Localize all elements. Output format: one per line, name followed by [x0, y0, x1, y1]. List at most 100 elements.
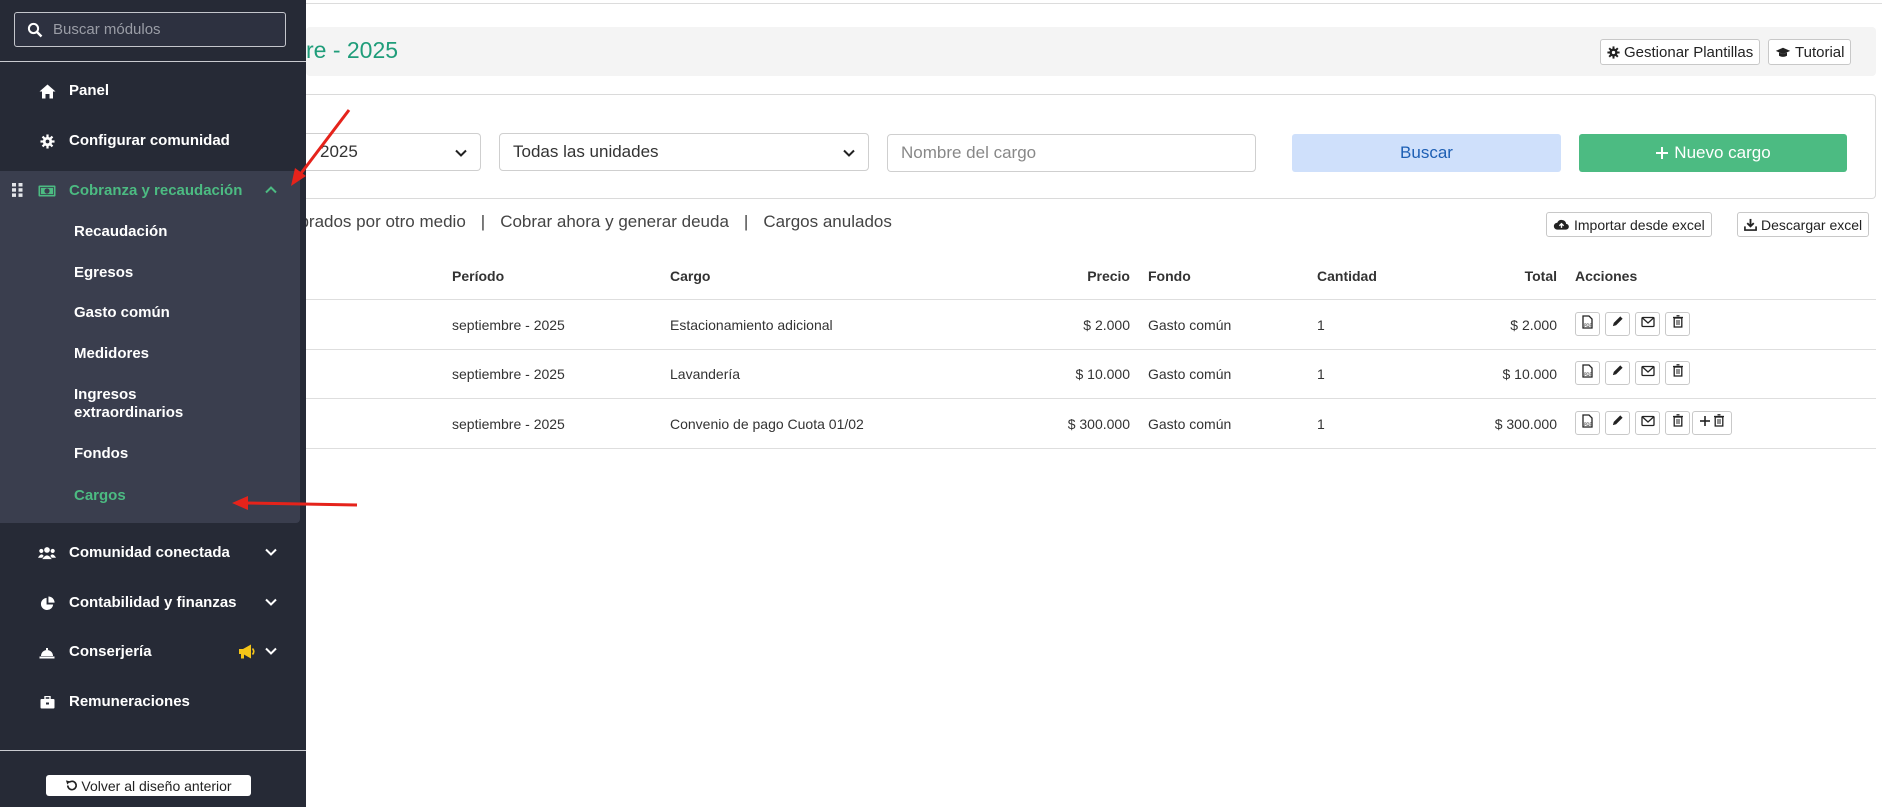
import-excel-label: Importar desde excel [1574, 216, 1705, 233]
column-header-total[interactable]: Total [1457, 268, 1557, 284]
table-divider [306, 448, 1876, 449]
edit-button[interactable] [1605, 361, 1630, 385]
download-excel-label: Descargar excel [1761, 216, 1863, 233]
sidebar-item-label: Comunidad conectada [69, 544, 230, 561]
tutorial-label: Tutorial [1795, 43, 1845, 61]
column-header-precio[interactable]: Precio [1030, 268, 1130, 284]
module-search[interactable] [14, 12, 286, 47]
cell-total: $ 10.000 [1502, 366, 1558, 382]
column-header-cantidad[interactable]: Cantidad [1317, 268, 1377, 284]
back-to-old-design-label: Volver al diseño anterior [81, 777, 232, 794]
pencil-icon [1611, 364, 1624, 382]
email-button[interactable] [1635, 361, 1660, 385]
sidebar-item-conserjeria[interactable]: Conserjería [0, 637, 306, 667]
cell-precio: $ 300.000 [1067, 416, 1130, 432]
column-header-periodo[interactable]: Período [452, 268, 504, 284]
sidebar-item-contabilidad[interactable]: Contabilidad y finanzas [0, 588, 306, 618]
pdf-button[interactable]: PDF [1575, 312, 1600, 336]
plus-icon [1655, 146, 1669, 160]
email-button[interactable] [1635, 312, 1660, 336]
chevron-down-icon [264, 595, 278, 613]
cell-fondo: Gasto común [1148, 416, 1232, 432]
plus-icon [1699, 414, 1711, 432]
top-divider [306, 3, 1882, 4]
graduation-cap-icon [1775, 46, 1791, 59]
briefcase-icon [38, 693, 56, 711]
sidebar-item-panel[interactable]: Panel [0, 76, 306, 106]
svg-text:PDF: PDF [1584, 372, 1592, 377]
svg-text:PDF: PDF [1584, 323, 1592, 328]
page-title: re - 2025 [306, 37, 399, 63]
charge-name-input[interactable]: Nombre del cargo [887, 134, 1256, 172]
trash-icon [1672, 364, 1684, 382]
manage-templates-label: Gestionar Plantillas [1624, 43, 1754, 61]
tutorial-button[interactable]: Tutorial [1768, 39, 1852, 65]
back-to-old-design-button[interactable]: Volver al diseño anterior [46, 775, 251, 796]
undo-icon [65, 779, 78, 792]
add-delete-installment-button[interactable] [1692, 411, 1732, 435]
chevron-down-icon [842, 145, 856, 165]
sidebar-item-label: Cobranza y recaudación [69, 182, 243, 199]
sidebar-subitem-ingresos-extraordinarios[interactable]: Ingresos extraordinarios [74, 386, 214, 422]
search-icon [27, 22, 43, 38]
cell-cantidad: 1 [1317, 366, 1325, 382]
search-button[interactable]: Buscar [1292, 134, 1561, 172]
pencil-icon [1611, 414, 1624, 432]
file-pdf-icon: PDF [1581, 363, 1594, 383]
pdf-button[interactable]: PDF [1575, 361, 1600, 385]
sidebar-item-label: Panel [69, 82, 110, 99]
drag-handle-icon[interactable] [12, 183, 23, 197]
cell-cargo: Estacionamiento adicional [670, 317, 833, 333]
email-button[interactable] [1635, 411, 1660, 435]
edit-button[interactable] [1605, 312, 1630, 336]
cell-precio: $ 10.000 [1075, 366, 1131, 382]
new-charge-button[interactable]: Nuevo cargo [1579, 134, 1847, 172]
home-icon [38, 82, 56, 100]
tab-cancelled-charges[interactable]: Cargos anulados [763, 212, 892, 232]
chevron-down-icon [264, 644, 278, 662]
sidebar-item-label: Conserjería [69, 643, 152, 660]
units-select[interactable]: Todas las unidades [499, 133, 869, 171]
table-divider [306, 349, 1876, 350]
sidebar-subitem-medidores[interactable]: Medidores [74, 345, 149, 363]
sidebar-subitem-fondos[interactable]: Fondos [74, 445, 128, 463]
tab-charge-now[interactable]: Cobrar ahora y generar deuda [500, 212, 729, 232]
sidebar-divider [0, 750, 306, 751]
cell-periodo: septiembre - 2025 [452, 416, 565, 432]
money-icon [38, 182, 56, 200]
sidebar-item-comunidad-conectada[interactable]: Comunidad conectada [0, 538, 306, 568]
users-icon [38, 544, 56, 562]
sidebar-subitem-cargos[interactable]: Cargos [74, 487, 126, 505]
column-header-cargo[interactable]: Cargo [670, 268, 710, 284]
file-pdf-icon: PDF [1581, 314, 1594, 334]
file-pdf-icon: PDF [1581, 413, 1594, 433]
delete-button[interactable] [1665, 411, 1690, 435]
cell-fondo: Gasto común [1148, 366, 1232, 382]
new-charge-label: Nuevo cargo [1674, 143, 1771, 162]
cell-cargo: Lavandería [670, 366, 741, 382]
column-header-fondo[interactable]: Fondo [1148, 268, 1191, 284]
sidebar-item-cobranza[interactable]: Cobranza y recaudación [0, 176, 306, 206]
sidebar-subitem-egresos[interactable]: Egresos [74, 264, 133, 282]
sidebar-subitem-gasto-comun[interactable]: Gasto común [74, 304, 170, 322]
sidebar-subitem-recaudacion[interactable]: Recaudación [74, 223, 167, 241]
delete-button[interactable] [1665, 361, 1690, 385]
trash-icon [1713, 414, 1725, 432]
concierge-bell-icon [38, 643, 56, 661]
download-excel-button[interactable]: Descargar excel [1737, 212, 1870, 237]
svg-text:PDF: PDF [1584, 422, 1592, 427]
sidebar-item-configurar-comunidad[interactable]: Configurar comunidad [0, 126, 306, 156]
trash-icon [1672, 315, 1684, 333]
pdf-button[interactable]: PDF [1575, 411, 1600, 435]
import-excel-button[interactable]: Importar desde excel [1546, 212, 1712, 237]
tab-other-payment[interactable]: obrados por otro medio [290, 212, 466, 232]
manage-templates-button[interactable]: Gestionar Plantillas [1600, 39, 1761, 65]
chevron-down-icon [264, 545, 278, 563]
cell-cantidad: 1 [1317, 416, 1325, 432]
edit-button[interactable] [1605, 411, 1630, 435]
delete-button[interactable] [1665, 312, 1690, 336]
module-search-input[interactable] [53, 21, 273, 38]
period-select[interactable]: 2025 [306, 133, 481, 171]
envelope-icon [1640, 315, 1655, 333]
sidebar-item-remuneraciones[interactable]: Remuneraciones [0, 687, 306, 717]
